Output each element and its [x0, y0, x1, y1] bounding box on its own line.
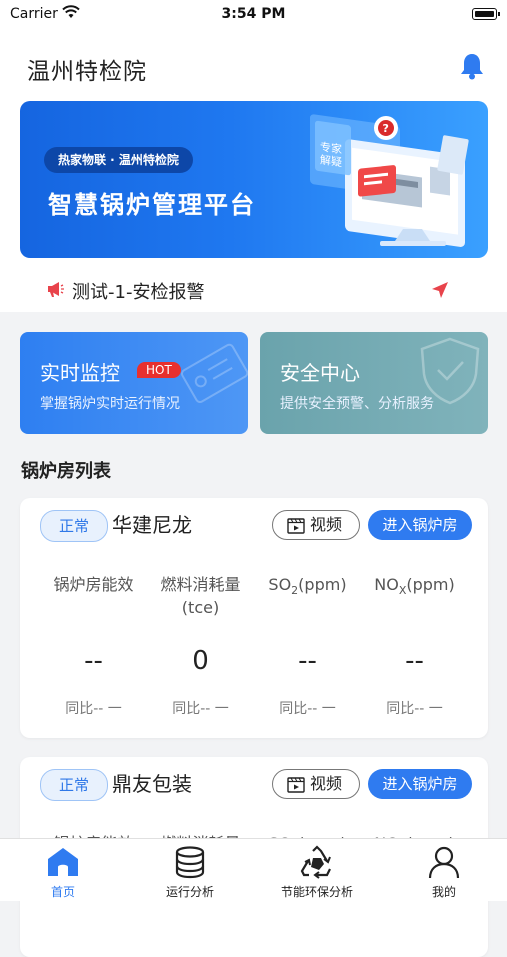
video-icon — [287, 518, 305, 534]
tab-operation-analysis[interactable]: 运行分析 — [127, 839, 253, 901]
bell-icon[interactable] — [459, 52, 485, 80]
location-arrow-icon[interactable] — [431, 281, 449, 299]
metric-label-fuel: 燃料消耗量 (tce) — [142, 573, 259, 619]
metric-yoy-so2: 同比-- 一 — [279, 701, 336, 717]
video-button[interactable]: 视频 — [272, 769, 360, 799]
metric-value-nox: -- — [405, 646, 424, 676]
tab-energy-analysis[interactable]: 节能环保分析 — [254, 839, 380, 901]
home-icon — [48, 848, 78, 876]
safety-center-card[interactable]: 安全中心 提供安全预警、分析服务 — [260, 332, 488, 434]
metric-value-fuel: 0 — [192, 646, 209, 676]
enter-boiler-room-button[interactable]: 进入锅炉房 — [368, 510, 472, 540]
banner-tag: 热家物联 · 温州特检院 — [44, 147, 193, 173]
metric-label-so2-text: SO — [268, 575, 292, 594]
metric-value-so2: -- — [298, 646, 317, 676]
status-bar: Carrier 3:54 PM — [0, 0, 507, 30]
video-button[interactable]: 视频 — [272, 510, 360, 540]
monitor-illustration: 专家 解疑 ? — [310, 114, 469, 247]
video-icon — [287, 777, 305, 793]
metric-label-nox: NOX(ppm) — [356, 573, 473, 602]
metric-label-nox-text: NO — [374, 575, 399, 594]
metric-value-efficiency: -- — [84, 646, 103, 676]
status-badge: 正常 — [40, 769, 108, 801]
database-icon — [175, 846, 205, 879]
section-title: 锅炉房列表 — [21, 461, 111, 482]
page-title: 温州特检院 — [27, 59, 147, 85]
video-label: 视频 — [310, 774, 343, 793]
status-time: 3:54 PM — [221, 6, 286, 22]
bottom-tab-bar: 首页 运行分析 节能环保分析 我的 — [0, 838, 507, 901]
tab-energy-analysis-label: 节能环保分析 — [280, 885, 353, 899]
metric-yoy-nox: 同比-- 一 — [386, 701, 443, 717]
realtime-monitor-title: 实时监控 — [40, 361, 120, 385]
hot-badge: HOT — [137, 362, 181, 378]
safety-center-subtitle: 提供安全预警、分析服务 — [280, 396, 434, 412]
metric-label-efficiency-text: 锅炉房能效 — [53, 575, 134, 594]
metric-label-efficiency: 锅炉房能效 — [35, 573, 152, 596]
boiler-room-name: 华建尼龙 — [112, 513, 192, 537]
tab-operation-analysis-label: 运行分析 — [165, 885, 214, 899]
tag-watermark-icon — [180, 343, 248, 403]
status-badge: 正常 — [40, 510, 108, 542]
notice-text: 测试-1-安检报警 — [72, 282, 205, 303]
metric-label-so2: SO2(ppm) — [249, 573, 366, 602]
boiler-room-name: 鼎友包装 — [112, 772, 192, 796]
enter-boiler-room-button[interactable]: 进入锅炉房 — [368, 769, 472, 799]
user-icon — [428, 846, 460, 879]
metric-yoy-efficiency: 同比-- 一 — [65, 701, 122, 717]
illustration-text: 专家 解疑 — [320, 139, 345, 170]
tab-mine-label: 我的 — [431, 885, 456, 899]
tab-home-label: 首页 — [50, 885, 75, 899]
realtime-monitor-subtitle: 掌握锅炉实时运行情况 — [40, 396, 180, 412]
metric-unit-fuel: (tce) — [181, 598, 220, 617]
tab-mine[interactable]: 我的 — [381, 839, 507, 901]
svg-text:?: ? — [383, 122, 389, 135]
battery-icon — [472, 8, 500, 20]
safety-center-title: 安全中心 — [280, 361, 360, 385]
metric-label-fuel-text: 燃料消耗量 — [160, 575, 241, 594]
metric-unit-nox: (ppm) — [406, 575, 455, 594]
tab-home[interactable]: 首页 — [0, 839, 126, 901]
realtime-monitor-card[interactable]: 实时监控 HOT 掌握锅炉实时运行情况 — [20, 332, 248, 434]
promo-banner[interactable]: 热家物联 · 温州特检院 智慧锅炉管理平台 专家 解疑 ? — [20, 101, 488, 258]
video-label: 视频 — [310, 515, 343, 534]
metric-yoy-fuel: 同比-- 一 — [172, 701, 229, 717]
metric-unit-so2: (ppm) — [298, 575, 347, 594]
megaphone-icon — [48, 282, 64, 297]
recycle-icon — [300, 845, 331, 879]
banner-title: 智慧锅炉管理平台 — [48, 191, 256, 219]
boiler-room-card: 正常 华建尼龙 视频 进入锅炉房 锅炉房能效 燃料消耗量 (tce) SO2(pp… — [20, 498, 488, 738]
